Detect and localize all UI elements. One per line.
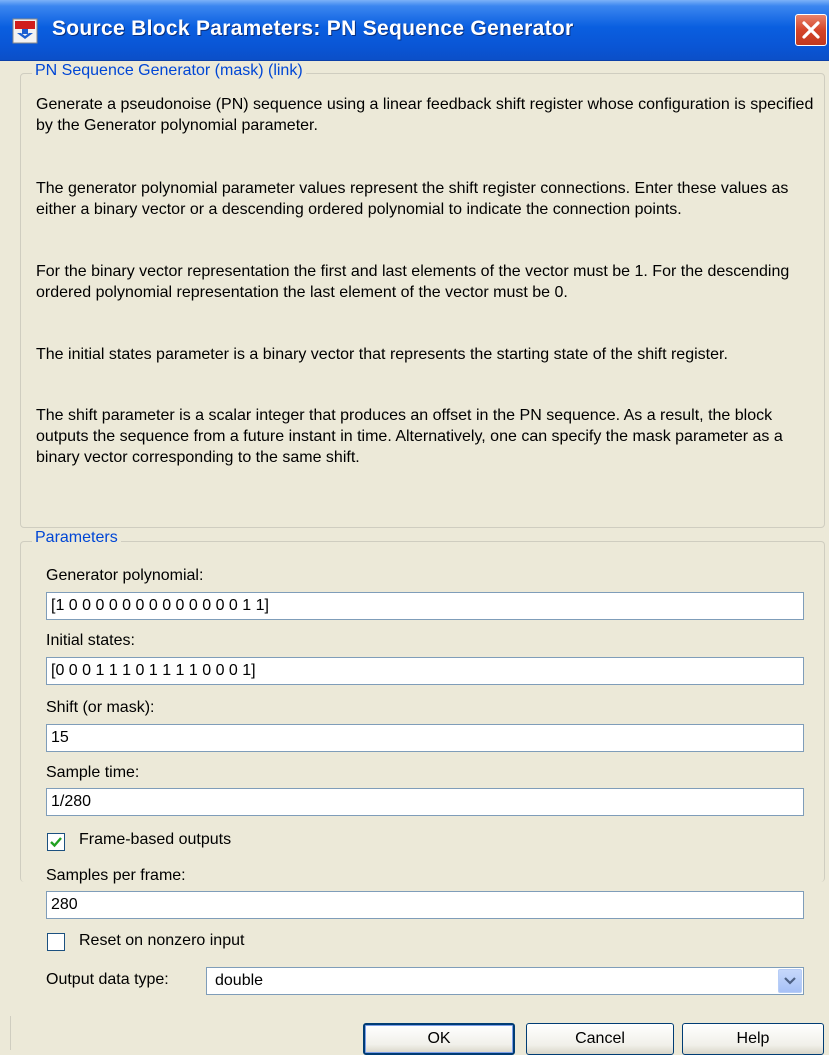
frame-based-outputs-label[interactable]: Frame-based outputs: [79, 831, 231, 849]
generator-polynomial-label: Generator polynomial:: [46, 567, 204, 584]
samples-per-frame-label: Samples per frame:: [46, 867, 186, 884]
description-paragraph-5: The shift parameter is a scalar integer …: [36, 407, 783, 466]
description-paragraph-2: The generator polynomial parameter value…: [36, 180, 789, 218]
ok-button[interactable]: OK: [363, 1023, 515, 1055]
title-bar[interactable]: Source Block Parameters: PN Sequence Gen…: [0, 0, 829, 61]
description-paragraph-1: Generate a pseudonoise (PN) sequence usi…: [36, 96, 814, 134]
parameters-legend: Parameters: [32, 529, 121, 547]
reset-on-nonzero-input-label[interactable]: Reset on nonzero input: [79, 932, 244, 950]
shift-label: Shift (or mask):: [46, 699, 155, 716]
initial-states-label: Initial states:: [46, 632, 135, 649]
simulink-block-icon: [12, 18, 38, 44]
dialog-body: PN Sequence Generator (mask) (link) Gene…: [0, 61, 829, 1055]
cancel-button[interactable]: Cancel: [526, 1023, 674, 1055]
description-paragraph-4: The initial states parameter is a binary…: [36, 346, 728, 363]
bottom-divider: [10, 1016, 11, 1050]
checkmark-icon: [50, 837, 62, 848]
description-paragraph-3: For the binary vector representation the…: [36, 263, 790, 301]
dropdown-button[interactable]: [778, 969, 802, 993]
shift-input[interactable]: [46, 724, 804, 752]
sample-time-input[interactable]: [46, 788, 804, 816]
description-legend: PN Sequence Generator (mask) (link): [32, 62, 306, 80]
chevron-down-icon: [784, 977, 796, 985]
window-title: Source Block Parameters: PN Sequence Gen…: [52, 17, 574, 40]
close-icon: [802, 21, 820, 39]
reset-on-nonzero-input-checkbox[interactable]: [47, 933, 65, 951]
initial-states-input[interactable]: [46, 657, 804, 685]
sample-time-label: Sample time:: [46, 764, 140, 781]
generator-polynomial-input[interactable]: [46, 592, 804, 620]
help-button[interactable]: Help: [682, 1023, 824, 1055]
close-button[interactable]: [795, 14, 827, 46]
output-data-type-select[interactable]: double: [206, 967, 804, 995]
frame-based-outputs-checkbox[interactable]: [47, 833, 65, 851]
samples-per-frame-input[interactable]: [46, 891, 804, 919]
output-data-type-label: Output data type:: [46, 971, 169, 988]
output-data-type-value: double: [215, 972, 264, 989]
